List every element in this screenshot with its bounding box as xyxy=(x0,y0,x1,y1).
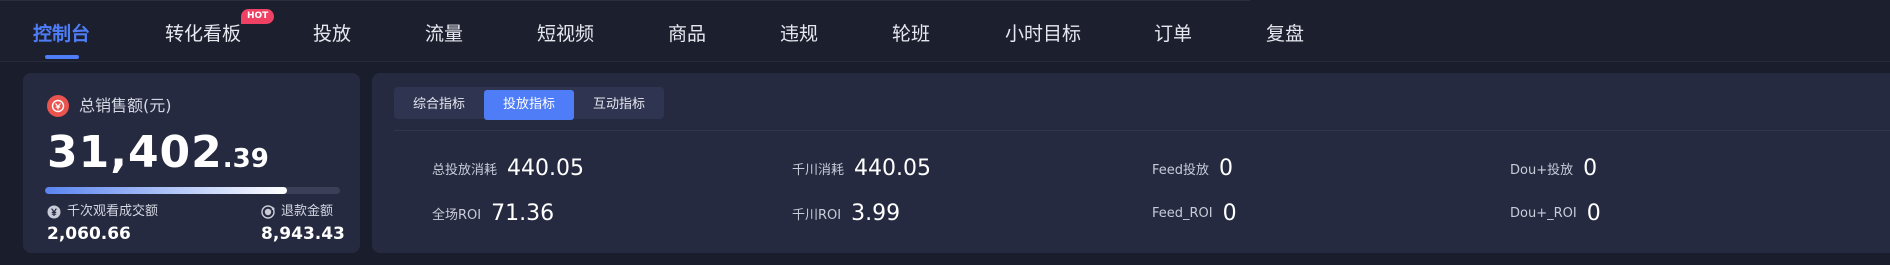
total-sales-card: 总销售额(元) 31,402.39 千次观看成交额 2,060.66 退款金额 … xyxy=(23,73,360,253)
metric-value: 440.05 xyxy=(854,156,931,181)
nav-item-review[interactable]: 复盘 xyxy=(1266,21,1304,47)
metric-label: Dou+投放 xyxy=(1510,163,1574,178)
refund-metric: 退款金额 8,943.43 xyxy=(261,203,345,244)
metric-label: Feed_ROI xyxy=(1152,206,1213,221)
nav-item-traffic[interactable]: 流量 xyxy=(425,21,463,47)
metric-value: 71.36 xyxy=(491,201,555,226)
tab-interaction-metrics[interactable]: 互动指标 xyxy=(574,90,664,120)
refund-label: 退款金额 xyxy=(281,204,334,219)
metric-label: Dou+_ROI xyxy=(1510,206,1577,221)
top-border-line xyxy=(0,0,1250,3)
metric-value: 0 xyxy=(1586,201,1601,226)
gpm-metric: 千次观看成交额 2,060.66 xyxy=(47,203,158,244)
metric-value: 0 xyxy=(1583,156,1598,181)
metric-label: 总投放消耗 xyxy=(432,163,498,178)
nav-item-hourly-target[interactable]: 小时目标 xyxy=(1005,21,1081,47)
nav-item-shifts[interactable]: 轮班 xyxy=(892,21,930,47)
metrics-divider xyxy=(394,130,1890,131)
total-sales-label: 总销售额(元) xyxy=(79,96,172,115)
nav-active-underline xyxy=(45,55,79,59)
sales-progress-bar xyxy=(45,187,340,194)
nav-item-console[interactable]: 控制台 xyxy=(33,21,90,47)
total-sales-decimal: .39 xyxy=(222,144,269,174)
gpm-value: 2,060.66 xyxy=(47,224,131,244)
top-nav-bar: 控制台 转化看板 HOT 投放 流量 短视频 商品 违规 轮班 小时目标 订单 … xyxy=(0,0,1890,62)
total-sales-value: 31,402.39 xyxy=(47,127,269,178)
tab-ad-metrics[interactable]: 投放指标 xyxy=(484,90,574,120)
metric-label: 千川ROI xyxy=(792,208,842,223)
tab-overall-metrics[interactable]: 综合指标 xyxy=(394,90,484,120)
nav-item-short-video[interactable]: 短视频 xyxy=(537,21,594,47)
refund-icon xyxy=(261,205,276,219)
metrics-tab-group: 综合指标 投放指标 互动指标 xyxy=(394,87,664,120)
metric-overall-roi: 全场ROI 71.36 xyxy=(432,201,554,226)
metric-value: 440.05 xyxy=(507,156,584,181)
nav-item-violations[interactable]: 违规 xyxy=(780,21,818,47)
metric-label: 千川消耗 xyxy=(792,163,845,178)
nav-item-conversion-board[interactable]: 转化看板 xyxy=(165,21,241,47)
sales-progress-fill xyxy=(45,187,287,194)
metric-dou-roi: Dou+_ROI 0 xyxy=(1510,201,1601,226)
refund-value: 8,943.43 xyxy=(261,224,345,244)
nav-item-orders[interactable]: 订单 xyxy=(1154,21,1192,47)
metric-value: 0 xyxy=(1222,201,1237,226)
metric-qianchuan-spend: 千川消耗 440.05 xyxy=(792,156,931,181)
metric-dou-spend: Dou+投放 0 xyxy=(1510,156,1597,181)
metric-value: 3.99 xyxy=(851,201,901,226)
nav-item-products[interactable]: 商品 xyxy=(668,21,706,47)
gpm-label: 千次观看成交额 xyxy=(67,204,159,219)
metric-feed-roi: Feed_ROI 0 xyxy=(1152,201,1237,226)
sales-badge-icon xyxy=(47,95,69,117)
hot-badge: HOT xyxy=(241,9,275,24)
metric-total-ad-spend: 总投放消耗 440.05 xyxy=(432,156,584,181)
metric-label: 全场ROI xyxy=(432,208,482,223)
metric-feed-spend: Feed投放 0 xyxy=(1152,156,1233,181)
total-sales-integer: 31,402 xyxy=(47,127,223,178)
metric-qianchuan-roi: 千川ROI 3.99 xyxy=(792,201,900,226)
yen-coin-icon xyxy=(47,205,61,219)
metric-label: Feed投放 xyxy=(1152,163,1210,178)
ad-metrics-card: 综合指标 投放指标 互动指标 总投放消耗 440.05 千川消耗 440.05 … xyxy=(372,73,1890,253)
nav-item-ads[interactable]: 投放 xyxy=(313,21,351,47)
metric-value: 0 xyxy=(1219,156,1234,181)
